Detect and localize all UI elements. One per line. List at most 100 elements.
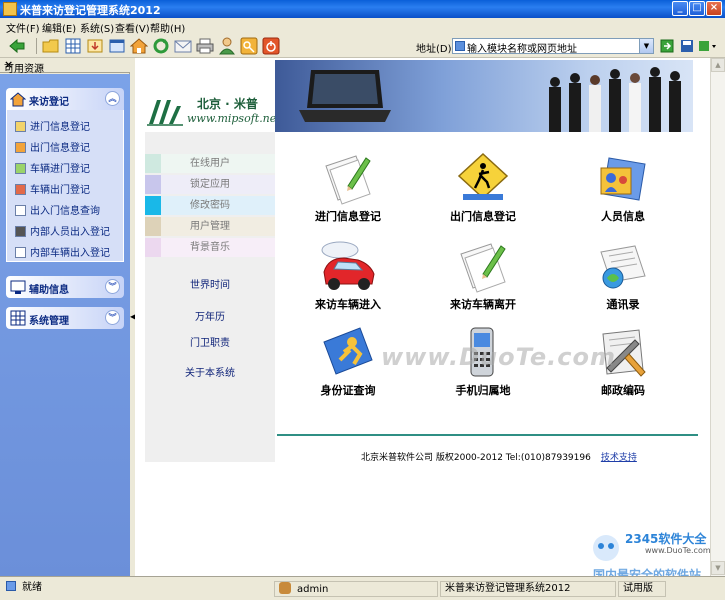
- chevron-down-icon[interactable]: ︾: [105, 279, 120, 294]
- world-time-link[interactable]: 世界时间: [145, 276, 275, 291]
- nav-item-entry-register[interactable]: 进门信息登记: [15, 118, 90, 134]
- minimize-button[interactable]: _: [672, 1, 688, 16]
- guard-duties-link[interactable]: 门卫职责: [145, 334, 275, 349]
- user-admin-button[interactable]: 用户管理: [145, 217, 275, 236]
- copyright-text: 北京米普软件公司 版权2000-2012 Tel:(010)87939196: [361, 453, 591, 463]
- document-icon: [15, 205, 26, 216]
- site-watermark: 2345软件大全 www.DuoTe.com 国内最安全的软件站: [585, 528, 725, 582]
- tile-visitor-vehicle-in[interactable]: 来访车辆进入: [288, 238, 408, 318]
- exit-icon: [15, 142, 26, 153]
- close-button[interactable]: ×: [706, 1, 722, 16]
- group-system-admin[interactable]: 系统管理 ︾: [6, 307, 124, 329]
- paper-pencil-icon: [460, 243, 506, 293]
- nav-item-vehicle-exit[interactable]: 车辆出门登记: [15, 181, 90, 197]
- calendar-link[interactable]: 万年历: [145, 308, 275, 323]
- logo-mark-icon: [147, 100, 183, 126]
- staff-icon: [15, 226, 26, 237]
- tile-label: 身份证查询: [320, 384, 376, 397]
- status-bar: 就绪 admin 米普来访登记管理系统2012 试用版: [0, 576, 725, 600]
- home-icon[interactable]: [130, 37, 148, 55]
- watermark-site-a: 2345软件大全: [625, 532, 707, 546]
- user-icon[interactable]: [218, 37, 236, 55]
- about-link[interactable]: 关于本系统: [145, 364, 275, 379]
- title-bar: 米普来访登记管理系统2012 _ □ ×: [0, 0, 725, 18]
- entry-icon: [15, 121, 26, 132]
- grid-icon[interactable]: [64, 37, 82, 55]
- tile-label: 出门信息登记: [450, 210, 516, 223]
- group-aux-info[interactable]: 辅助信息 ︾: [6, 276, 124, 298]
- duote-watermark: www.DuoTe.com: [381, 343, 616, 371]
- online-users-button[interactable]: 在线用户: [145, 154, 275, 173]
- tile-entry-register[interactable]: 进门信息登记: [288, 150, 408, 230]
- lock-app-button[interactable]: 锁定应用: [145, 175, 275, 194]
- tile-label: 人员信息: [601, 210, 645, 223]
- background-music-button[interactable]: 背景音乐: [145, 238, 275, 257]
- tile-personnel-info[interactable]: 人员信息: [563, 150, 683, 230]
- chevron-down-icon[interactable]: ︾: [105, 310, 120, 325]
- menu-edit[interactable]: 编辑(E): [42, 20, 76, 35]
- mail-icon[interactable]: [174, 37, 192, 55]
- power-icon[interactable]: [262, 37, 280, 55]
- resource-panel-header: 可用资源 ×: [0, 58, 130, 75]
- resource-panel: 可用资源 × 来访登记 ︽ 进门信息登记 出门信息登记 车辆进门登记 车辆出门登…: [0, 58, 130, 576]
- people-card-icon: [600, 157, 646, 201]
- download-icon[interactable]: [86, 37, 104, 55]
- maximize-button[interactable]: □: [689, 1, 705, 16]
- page-icon: [455, 41, 465, 51]
- grid-icon: [10, 310, 26, 326]
- refresh-icon[interactable]: [152, 37, 170, 55]
- menu-system[interactable]: 系统(S): [80, 20, 114, 35]
- menu-view[interactable]: 查看(V): [115, 20, 150, 35]
- chevron-up-icon[interactable]: ︽: [105, 91, 120, 106]
- printer-icon[interactable]: [196, 37, 214, 55]
- tile-visitor-vehicle-out[interactable]: 来访车辆离开: [423, 238, 543, 318]
- close-icon[interactable]: ×: [4, 58, 126, 71]
- panel-splitter[interactable]: ◀: [130, 58, 136, 576]
- red-car-icon: [321, 241, 375, 290]
- status-app-name: 米普来访登记管理系统2012: [440, 581, 616, 597]
- address-input[interactable]: 输入模块名称或网页地址 ▼: [452, 38, 654, 55]
- logo-url: www.mipsoft.net: [187, 112, 281, 125]
- business-people-icon: [549, 67, 681, 132]
- nav-item-staff-register[interactable]: 内部人员出入登记: [15, 223, 110, 239]
- scroll-up-icon[interactable]: ▲: [711, 58, 725, 72]
- tile-exit-register[interactable]: 出门信息登记: [423, 150, 543, 230]
- group-visit-registration[interactable]: 来访登记 ︽: [6, 88, 124, 110]
- nav-item-exit-register[interactable]: 出门信息登记: [15, 139, 90, 155]
- document-icon: [15, 247, 26, 258]
- key-icon[interactable]: [240, 37, 258, 55]
- folder-icon[interactable]: [42, 37, 60, 55]
- tile-label: 通讯录: [606, 298, 640, 311]
- tile-label: 进门信息登记: [315, 210, 381, 223]
- tile-address-book[interactable]: 通讯录: [563, 238, 683, 318]
- nav-item-internal-vehicle[interactable]: 内部车辆出入登记: [15, 244, 110, 260]
- status-user: admin: [274, 581, 438, 597]
- address-dropdown-icon[interactable]: ▼: [639, 39, 653, 53]
- window-icon[interactable]: [108, 37, 126, 55]
- vehicle-entry-icon: [15, 163, 26, 174]
- group-label: 系统管理: [29, 316, 69, 327]
- menu-file[interactable]: 文件(F): [6, 20, 40, 35]
- go-icon[interactable]: [660, 39, 674, 53]
- footer: 北京米普软件公司 版权2000-2012 Tel:(010)87939196 技术…: [361, 450, 637, 463]
- nav-item-vehicle-entry[interactable]: 车辆进门登记: [15, 160, 90, 176]
- vertical-scrollbar[interactable]: ▲ ▼: [710, 58, 725, 576]
- options-icon[interactable]: [698, 39, 718, 53]
- main-content: 北京 · 米普 www.mipsoft.net 在线用户 锁定应用 修改密码 用…: [135, 58, 710, 576]
- menu-bar: 文件(F) 编辑(E) 系统(S) 查看(V) 帮助(H): [0, 18, 725, 35]
- side-nav: 在线用户 锁定应用 修改密码 用户管理 背景音乐 世界时间 万年历 门卫职责 关…: [145, 132, 275, 462]
- status-edition: 试用版: [618, 581, 666, 597]
- menu-help[interactable]: 帮助(H): [150, 20, 185, 35]
- group-label: 来访登记: [29, 97, 69, 108]
- change-password-button[interactable]: 修改密码: [145, 196, 275, 215]
- laptop-icon: [299, 70, 391, 122]
- back-icon[interactable]: [8, 37, 26, 55]
- tech-support-link[interactable]: 技术支持: [601, 453, 637, 463]
- save-icon[interactable]: [680, 39, 694, 53]
- status-ready: 就绪: [2, 581, 272, 597]
- tile-label: 来访车辆进入: [315, 298, 381, 311]
- monitor-icon: [10, 280, 26, 294]
- nav-item-query[interactable]: 出入门信息查询: [15, 202, 100, 218]
- mascot-icon: [593, 535, 619, 561]
- paper-pencil-icon: [325, 155, 371, 205]
